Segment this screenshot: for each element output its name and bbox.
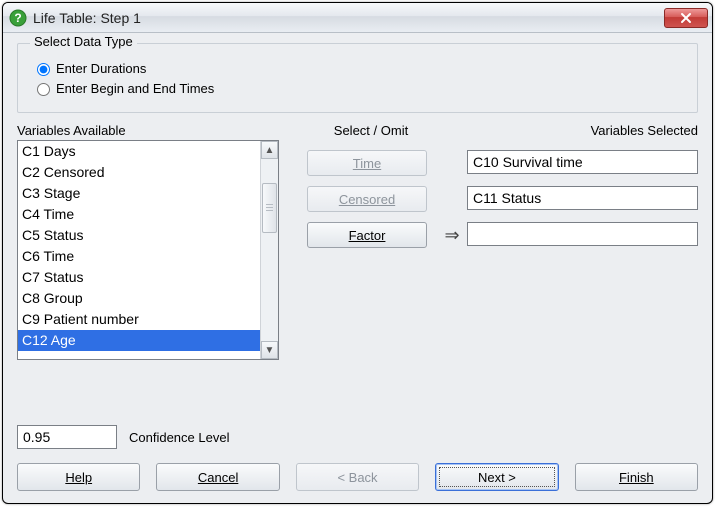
close-button[interactable] [664, 8, 708, 28]
select-omit-column: Select / Omit Variables Selected Time Ce… [297, 123, 698, 413]
list-item[interactable]: C9 Patient number [18, 309, 260, 330]
factor-button[interactable]: Factor [307, 222, 427, 248]
variables-available-label: Variables Available [17, 123, 279, 138]
cancel-button[interactable]: Cancel [156, 463, 279, 491]
variables-available-column: Variables Available C1 DaysC2 CensoredC3… [17, 123, 279, 413]
confidence-level-input[interactable] [17, 425, 117, 449]
back-button[interactable]: < Back [296, 463, 419, 491]
arrow-icon: ⇒ [437, 222, 467, 248]
confidence-level-label: Confidence Level [129, 430, 229, 445]
censored-button[interactable]: Censored [307, 186, 427, 212]
window-title: Life Table: Step 1 [33, 10, 664, 26]
svg-text:?: ? [14, 11, 21, 25]
variables-available-list[interactable]: C1 DaysC2 CensoredC3 StageC4 TimeC5 Stat… [18, 141, 260, 359]
middle-area: Variables Available C1 DaysC2 CensoredC3… [17, 123, 698, 413]
dialog-window: ? Life Table: Step 1 Select Data Type En… [2, 2, 713, 504]
next-button[interactable]: Next > [435, 463, 558, 491]
list-item[interactable]: C6 Time [18, 246, 260, 267]
censored-field[interactable] [467, 186, 698, 210]
radio-durations-label: Enter Durations [56, 61, 146, 76]
confidence-row: Confidence Level [17, 425, 698, 449]
help-icon: ? [9, 9, 27, 27]
scroll-thumb[interactable] [262, 183, 277, 233]
help-button[interactable]: Help [17, 463, 140, 491]
list-item[interactable]: C12 Age [18, 330, 260, 351]
data-type-group: Select Data Type Enter Durations Enter B… [17, 43, 698, 113]
select-omit-label: Select / Omit [305, 123, 437, 138]
titlebar: ? Life Table: Step 1 [3, 3, 712, 33]
list-item[interactable]: C7 Status [18, 267, 260, 288]
variables-selected-label: Variables Selected [467, 123, 698, 138]
scroll-down-button[interactable]: ▼ [261, 341, 278, 359]
dialog-content: Select Data Type Enter Durations Enter B… [3, 33, 712, 503]
data-type-legend: Select Data Type [30, 34, 137, 49]
radio-begin-end-label: Enter Begin and End Times [56, 81, 214, 96]
radio-begin-end[interactable]: Enter Begin and End Times [32, 80, 683, 96]
radio-durations-input[interactable] [37, 63, 50, 76]
factor-field[interactable] [467, 222, 698, 246]
list-item[interactable]: C8 Group [18, 288, 260, 309]
list-item[interactable]: C1 Days [18, 141, 260, 162]
radio-begin-end-input[interactable] [37, 83, 50, 96]
time-button[interactable]: Time [307, 150, 427, 176]
radio-durations[interactable]: Enter Durations [32, 60, 683, 76]
variables-available-listbox[interactable]: C1 DaysC2 CensoredC3 StageC4 TimeC5 Stat… [17, 140, 279, 360]
wizard-button-row: Help Cancel < Back Next > Finish [17, 463, 698, 491]
list-item[interactable]: C4 Time [18, 204, 260, 225]
close-icon [680, 12, 692, 24]
finish-button[interactable]: Finish [575, 463, 698, 491]
list-item[interactable]: C3 Stage [18, 183, 260, 204]
scroll-up-button[interactable]: ▲ [261, 141, 278, 159]
time-field[interactable] [467, 150, 698, 174]
listbox-scrollbar[interactable]: ▲ ▼ [260, 141, 278, 359]
list-item[interactable]: C5 Status [18, 225, 260, 246]
scroll-track[interactable] [261, 159, 278, 341]
list-item[interactable]: C2 Censored [18, 162, 260, 183]
